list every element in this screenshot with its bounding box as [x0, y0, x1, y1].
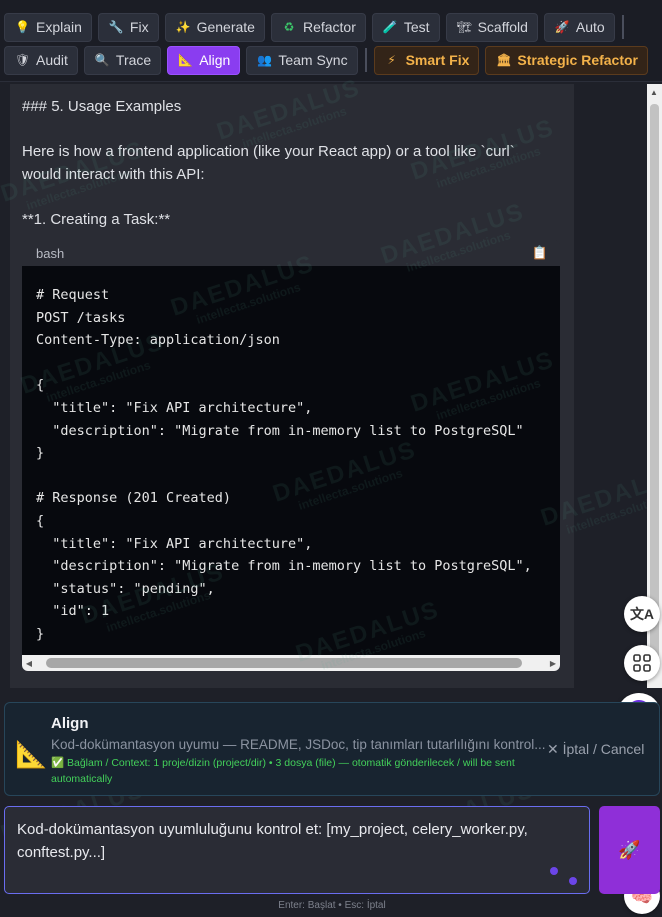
triangle-ruler-icon: 📐 [15, 739, 48, 769]
explain-label: Explain [36, 19, 82, 35]
align-title: Align [51, 715, 89, 732]
explain-button[interactable]: 💡 Explain [4, 12, 92, 42]
code-text: # Request POST /tasks Content-Type: appl… [36, 287, 532, 642]
team-sync-label: Team Sync [278, 52, 348, 68]
rocket-icon: 🚀 [618, 839, 641, 860]
recycle-icon: ♻ [283, 20, 295, 34]
code-horizontal-scrollbar[interactable]: ◀ ▶ [22, 655, 560, 671]
response-content: ### 5. Usage Examples Here is how a fron… [10, 84, 574, 688]
code-language: bash [36, 245, 65, 261]
prompt-input[interactable]: Kod-dokümantasyon uyumluluğunu kontrol e… [4, 806, 590, 894]
code-block-header: bash 📋 [22, 240, 560, 266]
toolbar-row-1: 💡 Explain 🔧 Fix ✨ Generate ♻ Refactor 🧪 Test … [4, 12, 625, 42]
audit-button[interactable]: 🛡 Audit [4, 45, 78, 75]
code-body: # Request POST /tasks Content-Type: appl… [22, 266, 560, 655]
intro-line-2: would interact with this API: [22, 166, 205, 183]
scroll-up-arrow-icon[interactable]: ▲ [650, 88, 658, 97]
scaffold-label: Scaffold [477, 19, 528, 35]
apps-grid-button[interactable] [624, 645, 660, 681]
align-button[interactable]: 📐 Align [167, 45, 241, 75]
typing-indicator-dot [550, 867, 558, 875]
intro-line-1: Here is how a frontend application (like… [22, 143, 515, 160]
code-block: bash 📋 # Request POST /tasks Content-Typ… [22, 240, 560, 671]
scroll-right-arrow-icon[interactable]: ▶ [546, 655, 560, 671]
section-heading: ### 5. Usage Examples [22, 98, 182, 115]
translate-button[interactable]: 文A [624, 596, 660, 632]
subheading: **1. Creating a Task:** [22, 211, 171, 228]
test-tube-icon: 🧪 [382, 20, 398, 34]
auto-label: Auto [575, 19, 605, 35]
trace-label: Trace [115, 52, 152, 68]
typing-indicator-dot [569, 877, 577, 885]
classical-building-icon: 🏛 [496, 53, 512, 67]
lightning-icon: ⚡ [387, 53, 396, 67]
toolbar-divider [621, 15, 624, 39]
sparkles-icon: ✨ [175, 20, 191, 34]
scroll-left-arrow-icon[interactable]: ◀ [22, 655, 36, 671]
magnifier-icon: 🔍 [94, 53, 110, 67]
building-icon: 🏗 [456, 20, 472, 34]
fix-label: Fix [129, 19, 149, 35]
grid-icon [633, 654, 651, 672]
people-icon: 👥 [257, 53, 273, 67]
align-label: Align [199, 52, 231, 68]
triangle-ruler-icon: 📐 [178, 53, 194, 67]
auto-button[interactable]: 🚀 Auto [543, 12, 615, 42]
horizontal-scroll-thumb[interactable] [46, 658, 522, 668]
smart-fix-button[interactable]: ⚡ Smart Fix [373, 45, 480, 75]
generate-button[interactable]: ✨ Generate [164, 12, 265, 42]
generate-label: Generate [196, 19, 255, 35]
team-sync-button[interactable]: 👥 Team Sync [246, 45, 358, 75]
scaffold-button[interactable]: 🏗 Scaffold [445, 12, 538, 42]
translate-icon: 文A [629, 606, 655, 622]
strategic-refactor-button[interactable]: 🏛 Strategic Refactor [485, 45, 648, 75]
toolbar-divider [364, 48, 367, 72]
prompt-text: Kod-dokümantasyon uyumluluğunu kontrol e… [17, 821, 528, 861]
wrench-icon: 🔧 [108, 20, 124, 34]
refactor-button[interactable]: ♻ Refactor [270, 12, 366, 42]
send-button[interactable]: 🚀 [599, 806, 660, 894]
fix-button[interactable]: 🔧 Fix [97, 12, 159, 42]
context-status: ✅ Bağlam / Context: 1 proje/dizin (proje… [51, 757, 515, 785]
clipboard-icon[interactable]: 📋 [532, 245, 548, 261]
align-description: Kod-dokümantasyon uyumu — README, JSDoc,… [51, 737, 546, 752]
rocket-icon: 🚀 [554, 20, 570, 34]
align-mode-panel: 📐 Align Kod-dokümantasyon uyumu — README… [4, 702, 660, 796]
toolbar-row-2: 🛡 Audit 🔍 Trace 📐 Align 👥 Team Sync ⚡ Smart F… [4, 45, 648, 75]
vertical-scroll-thumb[interactable] [650, 104, 659, 664]
lightbulb-icon: 💡 [15, 20, 30, 34]
refactor-label: Refactor [302, 19, 356, 35]
test-button[interactable]: 🧪 Test [371, 12, 440, 42]
cancel-button[interactable]: ✕ İptal / Cancel [547, 741, 644, 758]
test-label: Test [403, 19, 430, 35]
keyboard-hint: Enter: Başlat • Esc: İptal [278, 900, 386, 911]
trace-button[interactable]: 🔍 Trace [83, 45, 162, 75]
shield-icon: 🛡 [15, 53, 31, 67]
audit-label: Audit [36, 52, 68, 68]
strategic-refactor-label: Strategic Refactor [517, 52, 638, 68]
smart-fix-label: Smart Fix [405, 52, 470, 68]
action-toolbar: 💡 Explain 🔧 Fix ✨ Generate ♻ Refactor 🧪 Test … [0, 0, 662, 82]
